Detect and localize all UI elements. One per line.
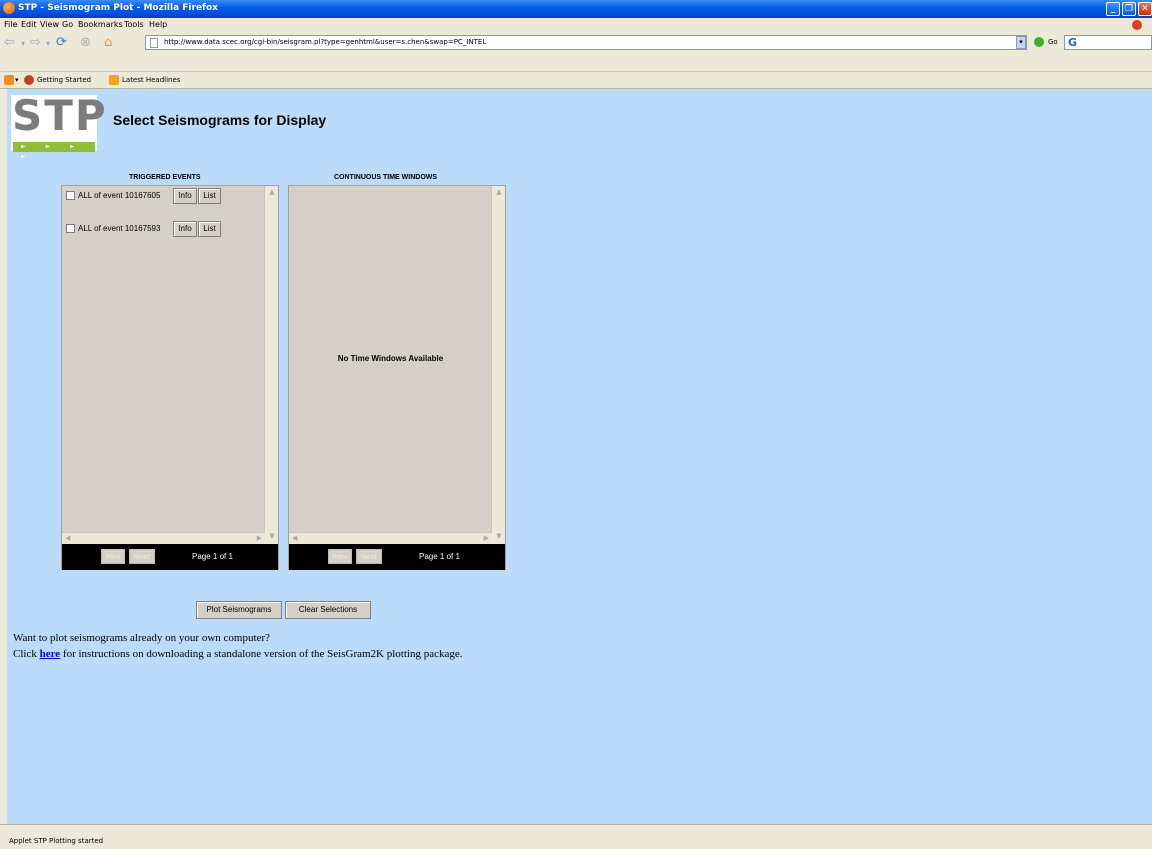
stp-logo: STP ► ► ► ►: [11, 91, 106, 160]
continuous-windows-panel: No Time Windows Available ▲ ▼ ◀ ▶ Prev N…: [288, 185, 506, 570]
event-label: ALL of event 10167593: [78, 224, 161, 233]
logo-text: STP: [12, 91, 108, 140]
url-bar[interactable]: http://www.data.scec.org/cgi-bin/seisgra…: [145, 35, 1027, 50]
page-indicator: Page 1 of 1: [192, 552, 233, 561]
navigation-toolbar: ⇦ ▾ ⇨ ▾ ⟳ ⊗ ⌂ http://www.data.scec.org/c…: [0, 32, 1152, 72]
event-info-button[interactable]: Info: [173, 221, 197, 237]
continuous-windows-label: CONTINUOUS TIME WINDOWS: [334, 174, 438, 181]
next-button[interactable]: Next: [356, 549, 382, 564]
menu-edit[interactable]: Edit: [21, 20, 37, 29]
close-button[interactable]: ✕: [1138, 2, 1152, 16]
page-title: Select Seismograms for Display: [113, 112, 327, 128]
bookmark-latest-headlines[interactable]: Latest Headlines: [122, 76, 180, 84]
bookmarks-menu-icon[interactable]: [4, 75, 14, 85]
prev-button[interactable]: Prev: [328, 549, 352, 564]
instructions-link[interactable]: here: [40, 648, 61, 660]
menu-file[interactable]: File: [4, 20, 17, 29]
home-icon[interactable]: ⌂: [104, 35, 112, 50]
rss-icon: [109, 75, 119, 85]
url-text: http://www.data.scec.org/cgi-bin/seisgra…: [164, 38, 487, 46]
page-icon: [150, 38, 158, 48]
minimize-button[interactable]: _: [1106, 2, 1120, 16]
bookmark-getting-started[interactable]: Getting Started: [37, 76, 91, 84]
status-text: Applet STP Plotting started: [9, 837, 104, 845]
horizontal-scrollbar[interactable]: ◀ ▶: [62, 532, 265, 544]
event-checkbox[interactable]: [66, 224, 75, 233]
event-label: ALL of event 10167605: [78, 191, 161, 200]
forward-icon[interactable]: ⇨: [30, 35, 41, 50]
clear-selections-button[interactable]: Clear Selections: [285, 601, 371, 619]
scroll-right-icon[interactable]: ▶: [484, 534, 489, 542]
panel-footer: Prev Next Page 1 of 1: [289, 544, 505, 570]
vertical-scrollbar[interactable]: ▲ ▼: [264, 186, 278, 544]
menu-view[interactable]: View: [40, 20, 59, 29]
prev-button[interactable]: Prev: [101, 549, 125, 564]
scroll-up-icon[interactable]: ▲: [494, 188, 504, 198]
horizontal-scrollbar[interactable]: ◀ ▶: [289, 532, 492, 544]
back-icon[interactable]: ⇦: [4, 35, 15, 50]
scroll-down-icon[interactable]: ▼: [494, 532, 504, 542]
page-content: STP ► ► ► ► Select Seismograms for Displ…: [7, 89, 1152, 824]
menu-help[interactable]: Help: [149, 20, 167, 29]
next-button[interactable]: Next: [129, 549, 155, 564]
menu-bookmarks[interactable]: Bookmarks: [78, 20, 123, 29]
panel-footer: Prev Next Page 1 of 1: [62, 544, 278, 570]
event-info-button[interactable]: Info: [173, 188, 197, 204]
firefox-icon: [3, 2, 15, 14]
instructions-suffix: for instructions on downloading a standa…: [62, 648, 463, 660]
back-dropdown-icon[interactable]: ▾: [21, 39, 25, 48]
menu-tools[interactable]: Tools: [124, 20, 144, 29]
scroll-left-icon[interactable]: ◀: [292, 534, 297, 542]
reload-icon[interactable]: ⟳: [56, 35, 67, 50]
bookmarks-dropdown-icon[interactable]: ▾: [15, 76, 19, 84]
scroll-right-icon[interactable]: ▶: [257, 534, 262, 542]
logo-arrows: ► ► ► ►: [13, 142, 95, 160]
scroll-left-icon[interactable]: ◀: [65, 534, 70, 542]
google-search-icon: G: [1068, 36, 1078, 49]
event-list-button[interactable]: List: [198, 188, 221, 204]
getting-started-icon: [24, 75, 34, 85]
standalone-question: Want to plot seismograms already on your…: [13, 632, 270, 644]
standalone-instructions: Click here for instructions on downloadi…: [13, 648, 463, 660]
page-indicator: Page 1 of 1: [419, 552, 460, 561]
triggered-events-panel: ALL of event 10167605 Info List ALL of e…: [61, 185, 279, 570]
menu-bar: File Edit View Go Bookmarks Tools Help: [0, 18, 1152, 32]
vertical-scrollbar[interactable]: ▲ ▼: [491, 186, 505, 544]
throbber-icon: [1132, 20, 1142, 30]
plot-seismograms-button[interactable]: Plot Seismograms: [196, 601, 282, 619]
search-input[interactable]: G: [1064, 35, 1152, 50]
url-dropdown-icon[interactable]: ▾: [1016, 36, 1026, 49]
status-bar: Applet STP Plotting started: [0, 824, 1152, 849]
go-button[interactable]: Go: [1048, 38, 1058, 46]
maximize-button[interactable]: ❐: [1122, 2, 1136, 16]
scroll-down-icon[interactable]: ▼: [267, 532, 277, 542]
empty-message: No Time Windows Available: [337, 354, 444, 363]
window-titlebar: STP - Seismogram Plot - Mozilla Firefox …: [0, 0, 1152, 18]
menu-go[interactable]: Go: [62, 20, 73, 29]
window-title: STP - Seismogram Plot - Mozilla Firefox: [18, 3, 218, 13]
event-checkbox[interactable]: [66, 191, 75, 200]
triggered-events-label: TRIGGERED EVENTS: [129, 174, 201, 181]
instructions-prefix: Click: [13, 648, 37, 660]
go-icon[interactable]: [1034, 37, 1044, 47]
scroll-up-icon[interactable]: ▲: [267, 188, 277, 198]
bookmarks-toolbar: ▾ Getting Started Latest Headlines: [0, 72, 1152, 89]
event-list-button[interactable]: List: [198, 221, 221, 237]
forward-dropdown-icon[interactable]: ▾: [46, 39, 50, 48]
stop-icon[interactable]: ⊗: [80, 35, 91, 50]
